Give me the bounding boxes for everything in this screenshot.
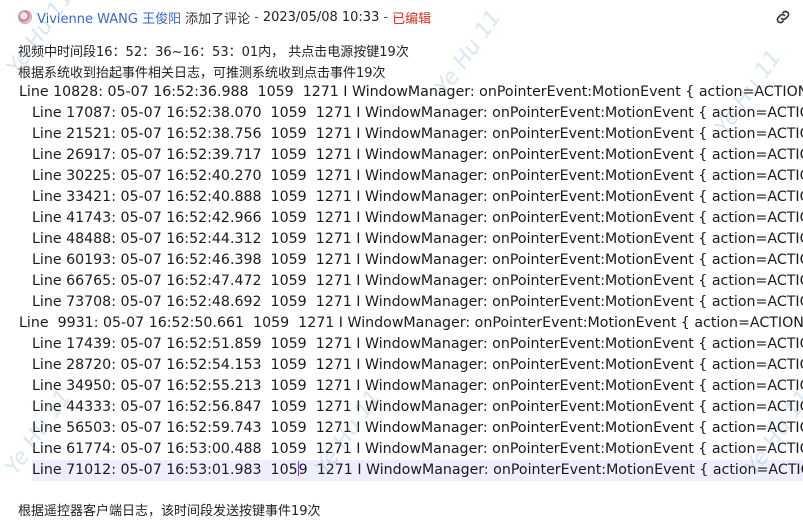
log-line: Line 66765: 05-07 16:52:47.472 1059 1271… <box>32 273 803 289</box>
log-line: Line 10828: 05-07 16:52:36.988 1059 1271… <box>19 84 803 100</box>
edited-badge: 已编辑 <box>392 11 432 27</box>
log-line-text: Line 71012: 05-07 16:53:01.983 1059 1271… <box>32 461 803 478</box>
log-line: Line 48488: 05-07 16:52:44.312 1059 1271… <box>32 231 803 247</box>
log-line: Line 21521: 05-07 16:52:38.756 1059 1271… <box>32 126 803 142</box>
log-line: Line 17087: 05-07 16:52:38.070 1059 1271… <box>32 105 803 121</box>
comment-timestamp: 2023/05/08 10:33 <box>262 9 380 25</box>
log-line: Line 60193: 05-07 16:52:46.398 1059 1271… <box>32 252 803 268</box>
log-line-selected[interactable]: Line 71012: 05-07 16:53:01.983 1059 1271… <box>32 460 803 481</box>
separator: - <box>383 9 389 25</box>
intro-line-1: 视频中时间段16：52：36~16：53：01内， 共点击电源按键19次 <box>18 45 409 60</box>
author-name[interactable]: Vivienne WANG 王俊阳 <box>37 8 181 27</box>
log-line: Line 56503: 05-07 16:52:59.743 1059 1271… <box>32 420 803 436</box>
link-icon[interactable] <box>774 8 792 26</box>
log-line: Line 9931: 05-07 16:52:50.661 1059 1271 … <box>19 315 803 331</box>
intro-line-2: 根据系统收到抬起事件相关日志，可推测系统收到点击事件19次 <box>18 66 386 81</box>
log-line: Line 73708: 05-07 16:52:48.692 1059 1271… <box>32 294 803 310</box>
log-line: Line 26917: 05-07 16:52:39.717 1059 1271… <box>32 147 803 163</box>
log-line: Line 61774: 05-07 16:53:00.488 1059 1271… <box>32 441 803 457</box>
log-line: Line 28720: 05-07 16:52:54.153 1059 1271… <box>32 357 803 373</box>
log-line: Line 41743: 05-07 16:52:42.966 1059 1271… <box>32 210 803 226</box>
log-line: Line 44333: 05-07 16:52:56.847 1059 1271… <box>32 399 803 415</box>
separator: - <box>254 9 259 25</box>
text-caret <box>297 461 299 476</box>
log-block: Line 10828: 05-07 16:52:36.988 1059 1271… <box>19 82 803 482</box>
comment-action: 添加了评论 <box>185 11 251 27</box>
comment-header: Vivienne WANG 王俊阳 添加了评论 - 2023/05/08 10:… <box>18 7 431 27</box>
log-line: Line 33421: 05-07 16:52:40.888 1059 1271… <box>32 189 803 205</box>
log-line: Line 30225: 05-07 16:52:40.270 1059 1271… <box>32 168 803 184</box>
log-line: Line 34950: 05-07 16:52:55.213 1059 1271… <box>32 378 803 394</box>
avatar[interactable] <box>18 10 32 24</box>
log-line: Line 17439: 05-07 16:52:51.859 1059 1271… <box>32 336 803 352</box>
footer-note: 根据遥控器客户端日志，该时间段发送按键事件19次 <box>18 504 321 519</box>
